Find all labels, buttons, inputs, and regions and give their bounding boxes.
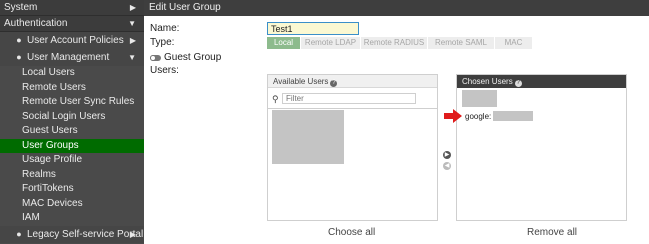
sidebar-item-label: User Management [27,52,110,63]
sidebar-item-remote-users[interactable]: Remote Users [0,81,144,96]
sidebar-item-realms[interactable]: Realms [0,168,144,183]
chosen-user-redacted [493,111,533,121]
available-users-header: Available Users? [268,75,437,88]
name-label: Name: [150,23,180,34]
sidebar-item-label: MAC Devices [22,197,83,209]
type-option-remote-saml[interactable]: Remote SAML [428,37,495,49]
available-users-list[interactable] [268,108,438,221]
sidebar-item-iam[interactable]: IAM [0,211,144,226]
type-label: Type: [150,37,175,48]
sidebar-item-label: Social Login Users [22,110,106,122]
chosen-user-prefix: google: [465,112,492,121]
type-option-remote-ldap[interactable]: Remote LDAP [301,37,361,49]
help-icon: ? [514,80,522,87]
sidebar-item-fortitokens[interactable]: FortiTokens [0,182,144,197]
sidebar-item-label: Guest Users [22,125,78,136]
users-icon: ● [16,52,22,62]
sidebar-item-authentication[interactable]: Authentication ▼ [0,16,144,32]
chosen-user-item[interactable] [462,90,497,107]
sidebar-item-user-account-policies[interactable]: ● User Account Policies ▶ [0,32,144,49]
sidebar-item-user-groups[interactable]: User Groups [0,138,144,153]
sidebar: System ▶ Authentication ▼ ● User Account … [0,0,144,244]
sidebar-item-local-users[interactable]: Local Users [0,66,144,81]
filter-input[interactable] [282,93,416,104]
sidebar-item-system[interactable]: System ▶ [0,0,144,16]
sidebar-item-label: Usage Profile [22,154,83,165]
available-users-panel: Available Users? ⚲ [267,74,438,221]
type-option-local[interactable]: Local [267,37,301,49]
chevron-right-icon: ▶ [129,3,136,12]
list-item[interactable] [272,110,344,164]
user-icon: ● [16,35,22,45]
help-icon: ? [330,80,338,87]
sidebar-item-usage-profile[interactable]: Usage Profile [0,153,144,168]
sidebar-item-label: Realms [22,168,56,180]
sidebar-item-label: Remote User Sync Rules [22,96,135,107]
sidebar-item-label: Remote Users [22,81,86,93]
users-label: Users: [150,65,179,76]
sidebar-item-label: User Groups [22,139,79,151]
sidebar-item-label: FortiTokens [22,183,74,194]
sidebar-item-label: IAM [22,212,40,223]
chosen-users-panel: Chosen Users? google: [456,74,627,221]
chosen-users-title: Chosen Users [462,77,513,86]
sidebar-item-remote-user-sync-rules[interactable]: Remote User Sync Rules [0,95,144,110]
sidebar-item-label: System [4,2,38,13]
chevron-down-icon: ▼ [128,53,136,62]
search-icon: ⚲ [272,94,279,104]
user-icon: ● [16,228,22,239]
type-selector: Local Remote LDAP Remote RADIUS Remote S… [267,37,533,49]
sidebar-item-mac-devices[interactable]: MAC Devices [0,197,144,212]
sidebar-item-user-management[interactable]: ● User Management ▼ [0,49,144,66]
remove-all-button[interactable]: Remove all [527,227,577,238]
toggle-knob [150,55,156,61]
sidebar-item-guest-users[interactable]: Guest Users [0,124,144,139]
move-left-button[interactable]: ◀ [443,162,451,170]
sidebar-item-legacy-portal[interactable]: ● Legacy Self-service Portal ▶ [0,225,144,243]
choose-all-button[interactable]: Choose all [328,227,375,238]
chevron-right-icon: ▶ [129,229,136,239]
chosen-user-item[interactable]: google: [465,112,491,121]
sidebar-item-label: Authentication [4,18,68,29]
sidebar-item-label: Legacy Self-service Portal [27,228,144,240]
type-option-remote-radius[interactable]: Remote RADIUS [361,37,428,49]
guest-group-toggle[interactable] [150,55,161,61]
available-users-title: Available Users [273,77,329,86]
chevron-down-icon: ▼ [128,19,136,28]
main-panel: Edit User Group Name: Type: Local Remote… [144,0,649,244]
move-right-button[interactable]: ▶ [443,151,451,159]
red-arrow-icon [444,109,462,123]
chosen-users-header: Chosen Users? [457,75,626,88]
sidebar-item-label: Local Users [22,67,75,78]
chevron-right-icon: ▶ [129,36,136,45]
page-title: Edit User Group [144,0,649,16]
sidebar-item-label: User Account Policies [27,35,124,46]
name-input[interactable] [267,22,359,35]
type-option-mac[interactable]: MAC [495,37,533,49]
sidebar-item-social-login-users[interactable]: Social Login Users [0,110,144,125]
guest-group-label: Guest Group [164,52,222,63]
